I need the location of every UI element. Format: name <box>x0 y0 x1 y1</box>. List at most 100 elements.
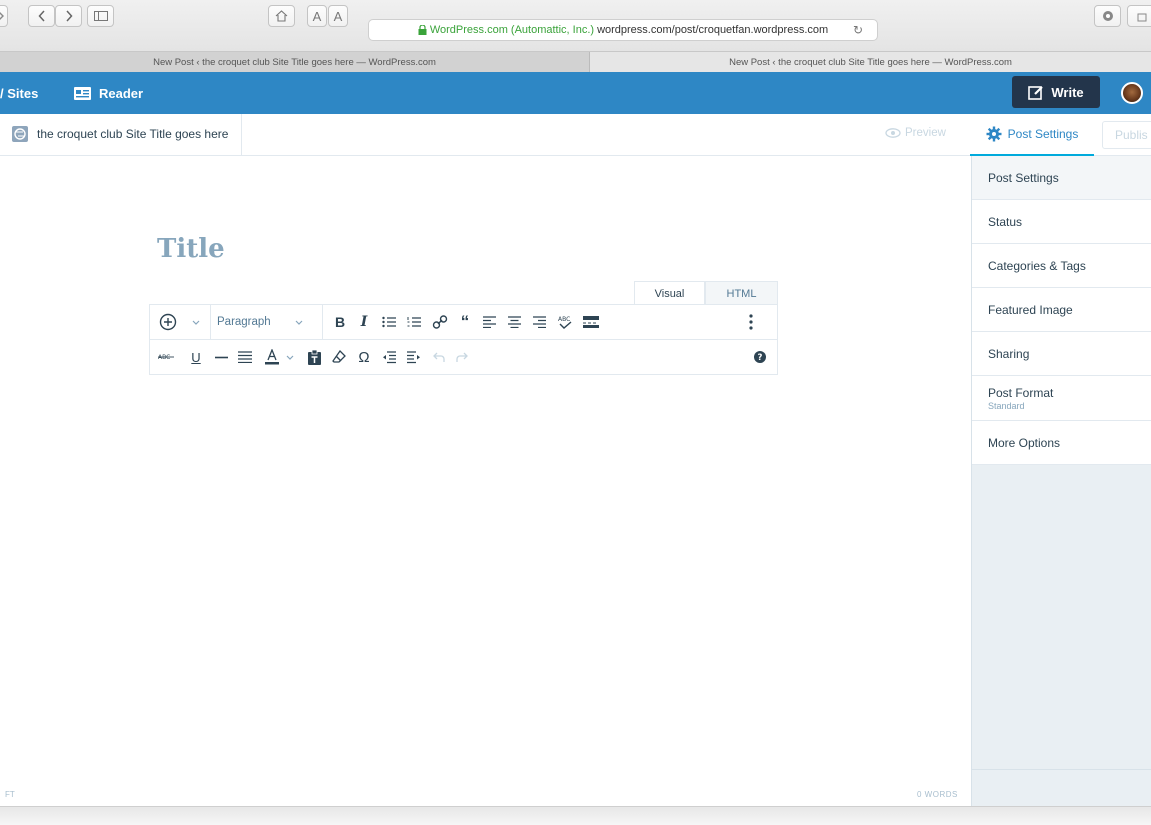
read-more-icon[interactable] <box>581 313 601 331</box>
special-character-icon[interactable]: Ω <box>355 348 373 366</box>
bold-icon[interactable]: B <box>332 313 348 331</box>
tab-active[interactable]: New Post ‹ the croquet club Site Title g… <box>0 52 590 72</box>
text-larger-button[interactable]: A <box>328 5 348 27</box>
post-title-input[interactable]: Title <box>157 234 225 264</box>
sidebar-item-status[interactable]: Status <box>972 200 1151 244</box>
sidebar-item-sharing[interactable]: Sharing <box>972 332 1151 376</box>
eye-icon <box>885 128 901 138</box>
tab-inactive[interactable]: New Post ‹ the croquet club Site Title g… <box>590 52 1151 72</box>
back-button[interactable] <box>28 5 55 27</box>
masterbar: / Sites Reader Write <box>0 72 1151 114</box>
chevron-down-icon[interactable] <box>190 313 202 331</box>
post-settings-toggle[interactable]: Post Settings <box>970 114 1094 156</box>
avatar[interactable] <box>1121 82 1143 104</box>
editor-toolbar: Paragraph B I “ ABC ABC U Ω ? <box>149 304 778 375</box>
sidebar-item-more-options[interactable]: More Options <box>972 421 1151 465</box>
text-larger-label: A <box>333 8 343 24</box>
sidebar-item-label: Categories & Tags <box>988 259 1086 273</box>
clear-formatting-icon[interactable] <box>330 348 348 366</box>
text-smaller-button[interactable]: A <box>307 5 327 27</box>
sidebar-item-categories-tags[interactable]: Categories & Tags <box>972 244 1151 288</box>
post-settings-sidebar: Post Settings Status Categories & Tags F… <box>971 156 1151 806</box>
post-settings-label: Post Settings <box>1007 127 1079 141</box>
undo-icon[interactable] <box>430 348 448 366</box>
sidebar-item-post-format[interactable]: Post Format Standard <box>972 376 1151 421</box>
publish-button[interactable]: Publis <box>1102 121 1151 149</box>
toolbar-row-primary: Paragraph B I “ ABC <box>150 305 777 340</box>
svg-text:?: ? <box>758 353 763 363</box>
tab-html-label: HTML <box>726 287 757 300</box>
paragraph-format-select[interactable]: Paragraph <box>217 313 317 331</box>
address-bar[interactable]: WordPress.com (Automattic, Inc.) wordpre… <box>368 19 878 41</box>
redo-icon[interactable] <box>453 348 471 366</box>
justify-icon[interactable] <box>236 348 254 366</box>
chevron-down-icon <box>295 320 303 325</box>
tab-html[interactable]: HTML <box>705 281 778 305</box>
extension-button[interactable] <box>1094 5 1121 27</box>
svg-text:ABC: ABC <box>558 316 570 323</box>
horizontal-line-icon[interactable] <box>212 348 230 366</box>
tab-label: New Post ‹ the croquet club Site Title g… <box>729 56 1012 68</box>
site-icon <box>12 126 28 142</box>
italic-icon[interactable]: I <box>356 313 372 331</box>
spellcheck-icon[interactable]: ABC <box>555 313 575 331</box>
my-sites-link[interactable]: / Sites <box>0 72 38 114</box>
publish-label: Publis <box>1115 128 1148 142</box>
editor-mode-tabs: Visual HTML <box>634 281 778 305</box>
url-secure-label: WordPress.com (Automattic, Inc.) <box>429 24 595 36</box>
strikethrough-icon[interactable]: ABC <box>156 348 176 366</box>
underline-icon[interactable]: U <box>188 348 204 366</box>
reader-link[interactable]: Reader <box>74 72 143 114</box>
toolbar-row-secondary: ABC U Ω ? <box>150 340 777 375</box>
bullet-list-icon[interactable] <box>380 313 398 331</box>
tab-label: New Post ‹ the croquet club Site Title g… <box>153 56 436 68</box>
help-icon[interactable]: ? <box>753 348 767 366</box>
site-selector[interactable]: the croquet club Site Title goes here <box>0 114 242 155</box>
sidebar-item-featured-image[interactable]: Featured Image <box>972 288 1151 332</box>
add-media-icon[interactable] <box>158 313 178 331</box>
svg-text:ABC: ABC <box>158 354 170 361</box>
text-color-icon[interactable] <box>262 348 282 366</box>
reader-label: Reader <box>99 85 144 101</box>
sidebar-item-label: Status <box>988 215 1023 229</box>
preview-button[interactable]: Preview <box>885 127 946 139</box>
reader-icon <box>74 86 91 100</box>
browser-toolbar: A A WordPress.com (Automattic, Inc.) wor… <box>0 0 1151 52</box>
outdent-icon[interactable] <box>380 348 398 366</box>
sidebar-item-label: Sharing <box>988 347 1030 361</box>
editor-canvas: Title Visual HTML Paragraph B I “ ABC AB… <box>0 156 971 806</box>
align-center-icon[interactable] <box>505 313 523 331</box>
sidebar-toggle-button[interactable] <box>87 5 114 27</box>
sidebar-item-post-settings[interactable]: Post Settings <box>972 156 1151 200</box>
forward-button[interactable] <box>55 5 82 27</box>
post-format-value: Standard <box>988 401 1025 411</box>
site-name: the croquet club Site Title goes here <box>37 127 229 141</box>
chevron-down-icon[interactable] <box>284 348 296 366</box>
tab-bar: New Post ‹ the croquet club Site Title g… <box>0 52 1151 72</box>
text-smaller-label: A <box>312 8 322 24</box>
toolbar-more-icon[interactable] <box>745 313 757 331</box>
sidebar-item-label: More Options <box>988 436 1061 450</box>
my-sites-label: / Sites <box>0 85 39 101</box>
write-button[interactable]: Write <box>1012 76 1100 108</box>
link-icon[interactable] <box>430 313 450 331</box>
reload-icon[interactable]: ↻ <box>853 23 863 37</box>
toolbar-separator <box>322 305 323 339</box>
edit-icon <box>1028 85 1044 100</box>
sidebar-item-label: Post Settings <box>988 171 1059 185</box>
tab-visual[interactable]: Visual <box>634 281 705 305</box>
align-right-icon[interactable] <box>530 313 548 331</box>
lock-icon <box>418 25 427 35</box>
home-button[interactable] <box>268 5 295 27</box>
gear-icon <box>986 126 1002 142</box>
indent-icon[interactable] <box>405 348 423 366</box>
sidebar-arrow-icon[interactable] <box>0 5 8 27</box>
url-path: wordpress.com/post/croquetfan.wordpress.… <box>597 24 829 36</box>
browser-bottom-edge <box>0 806 1151 825</box>
align-left-icon[interactable] <box>480 313 498 331</box>
editor-header: the croquet club Site Title goes here Pr… <box>0 114 1151 156</box>
blockquote-icon[interactable]: “ <box>456 312 474 331</box>
numbered-list-icon[interactable] <box>405 313 423 331</box>
paste-text-icon[interactable] <box>305 348 323 366</box>
share-button[interactable] <box>1127 5 1151 27</box>
